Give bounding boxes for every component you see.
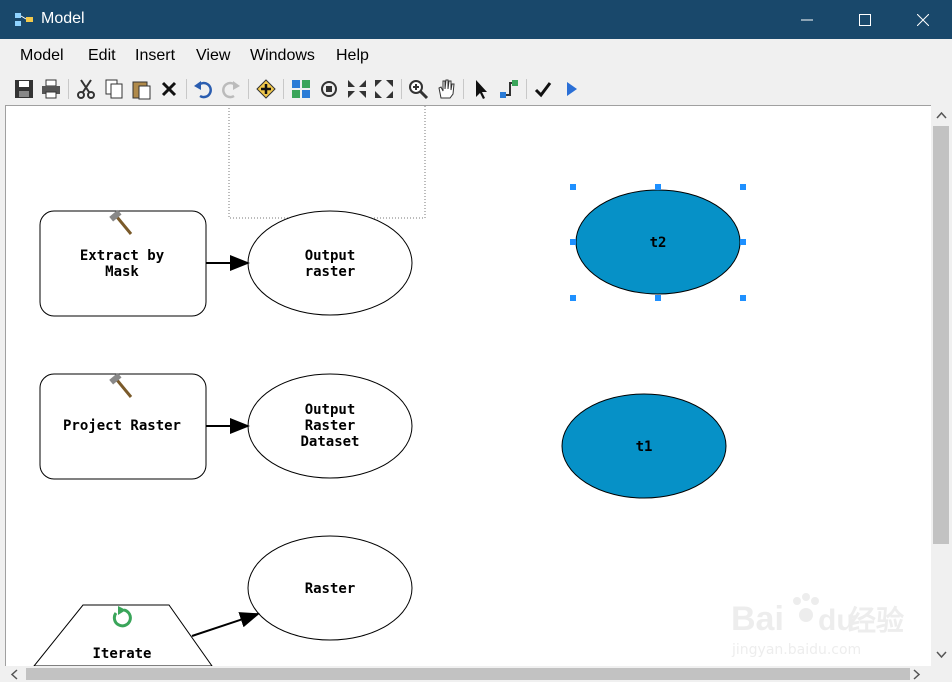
vertical-scroll-thumb[interactable] — [933, 126, 949, 544]
undo-icon[interactable] — [192, 78, 214, 100]
toolbar — [0, 73, 952, 105]
iterate-label: Iterate — [92, 646, 151, 662]
horizontal-scroll-thumb[interactable] — [26, 668, 910, 680]
t2-label: t2 — [650, 235, 667, 251]
tool-project-raster[interactable]: Project Raster — [39, 372, 207, 480]
run-icon[interactable] — [560, 78, 582, 100]
zoom-out-fixed-icon[interactable] — [373, 78, 395, 100]
variable-raster[interactable]: Raster — [247, 535, 413, 641]
select-icon[interactable] — [470, 78, 492, 100]
variable-t2[interactable]: t2 — [575, 189, 741, 295]
copy-icon[interactable] — [103, 78, 125, 100]
scroll-down-icon[interactable] — [936, 651, 947, 659]
svg-text:Bai: Bai — [731, 600, 784, 638]
add-data-icon[interactable] — [255, 78, 277, 100]
output-dataset-line1: Output — [305, 402, 356, 418]
iterator-iterate[interactable]: Iterate — [32, 604, 213, 667]
title-bar: Model — [0, 0, 952, 39]
menu-view[interactable]: View — [196, 47, 230, 65]
menu-edit[interactable]: Edit — [88, 47, 116, 65]
window-title: Model — [41, 10, 85, 27]
menu-help[interactable]: Help — [336, 47, 369, 65]
extract-label-line1: Extract by — [80, 248, 165, 264]
output-raster-line1: Output — [305, 248, 356, 264]
close-button[interactable] — [894, 0, 952, 39]
t1-label: t1 — [636, 439, 653, 455]
paw-icon — [793, 593, 819, 622]
maximize-icon — [859, 13, 871, 26]
delete-icon[interactable] — [158, 78, 180, 100]
model-app-icon — [15, 13, 33, 26]
menu-model[interactable]: Model — [20, 47, 64, 65]
scroll-left-icon[interactable] — [10, 669, 18, 680]
selection-marquee — [228, 106, 426, 219]
raster-label: Raster — [305, 581, 356, 597]
output-dataset-line3: Dataset — [300, 434, 359, 450]
variable-t1[interactable]: t1 — [561, 393, 727, 499]
scroll-up-icon[interactable] — [936, 111, 947, 119]
minimize-button[interactable] — [778, 0, 836, 39]
zoom-in-icon[interactable] — [407, 78, 429, 100]
model-diagram[interactable]: Extract by Mask Output raster Project Ra… — [6, 106, 932, 667]
auto-layout-icon[interactable] — [290, 78, 312, 100]
menu-insert[interactable]: Insert — [135, 47, 175, 65]
variable-output-raster[interactable]: Output raster — [247, 210, 413, 316]
menu-bar: Model Edit Insert View Windows Help — [0, 39, 952, 73]
validate-icon[interactable] — [532, 78, 554, 100]
redo-icon[interactable] — [220, 78, 242, 100]
output-dataset-line2: Raster — [305, 418, 356, 434]
zoom-in-fixed-icon[interactable] — [346, 78, 368, 100]
model-canvas[interactable]: Extract by Mask Output raster Project Ra… — [5, 105, 932, 667]
menu-windows[interactable]: Windows — [250, 47, 315, 65]
full-extent-icon[interactable] — [318, 78, 340, 100]
extract-label-line2: Mask — [105, 264, 139, 280]
baidu-watermark: Bai du 经验 jingyan.baidu.com — [731, 593, 904, 658]
connect-icon[interactable] — [498, 78, 520, 100]
print-icon[interactable] — [40, 78, 62, 100]
cut-icon[interactable] — [75, 78, 97, 100]
output-raster-line2: raster — [305, 264, 356, 280]
svg-text:经验: 经验 — [848, 604, 904, 637]
variable-output-raster-dataset[interactable]: Output Raster Dataset — [247, 373, 413, 479]
pan-icon[interactable] — [435, 78, 457, 100]
save-icon[interactable] — [13, 78, 35, 100]
connector-iterate-raster[interactable] — [191, 612, 260, 637]
close-icon — [917, 13, 929, 26]
tool-extract-by-mask[interactable]: Extract by Mask — [39, 209, 207, 317]
maximize-button[interactable] — [836, 0, 894, 39]
paste-icon[interactable] — [130, 78, 152, 100]
svg-text:jingyan.baidu.com: jingyan.baidu.com — [731, 642, 861, 658]
minimize-icon — [801, 19, 813, 20]
scroll-corner — [931, 666, 952, 682]
scroll-right-icon[interactable] — [913, 669, 921, 680]
project-raster-label: Project Raster — [63, 418, 181, 434]
